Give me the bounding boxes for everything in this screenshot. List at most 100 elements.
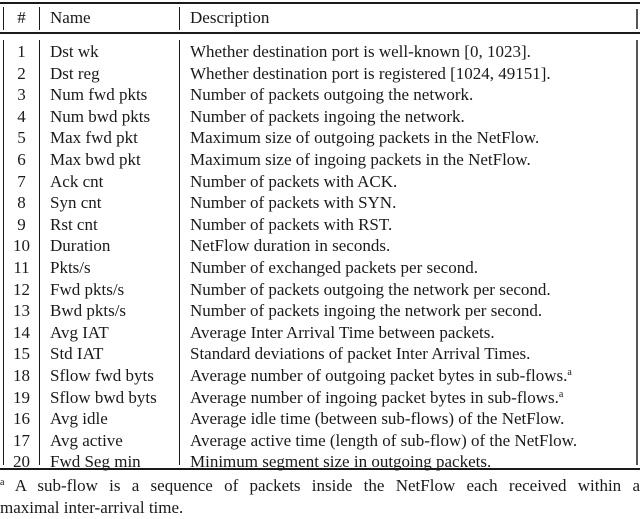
row-description-text: Number of packets ingoing the network pe… bbox=[190, 301, 543, 321]
table-row: 15 Std IAT Standard deviations of packet I… bbox=[0, 344, 640, 366]
row-num: 3 bbox=[17, 85, 26, 105]
row-description: Maximum size of outgoing packets in the … bbox=[190, 127, 539, 149]
row-description-text: Number of packets with SYN. bbox=[190, 193, 397, 213]
header-column-divider bbox=[179, 7, 181, 30]
row-description: Number of packets outgoing the network. bbox=[190, 84, 473, 106]
table-row: 3 Num fwd pkts Number of packets outgoing … bbox=[0, 85, 640, 107]
row-description: NetFlow duration in seconds. bbox=[190, 235, 390, 257]
row-name: Duration bbox=[50, 236, 111, 256]
table-row: 17 Avg active Average active time (length … bbox=[0, 431, 640, 453]
row-description-text: Maximum size of ingoing packets in the N… bbox=[190, 149, 531, 169]
row-num: 16 bbox=[13, 409, 30, 429]
row-description: Average active time (length of sub-flow)… bbox=[190, 430, 577, 452]
row-name: Fwd pkts/s bbox=[50, 279, 125, 299]
row-name: Bwd pkts/s bbox=[50, 301, 127, 321]
table-row: 2 Dst reg Whether destination port is regi… bbox=[0, 64, 640, 86]
row-description-text: Average Inter Arrival Time between packe… bbox=[190, 322, 495, 342]
row-description: Number of packets outgoing the network p… bbox=[190, 279, 551, 301]
row-description-text: Number of packets ingoing the network. bbox=[190, 106, 465, 126]
row-num: 5 bbox=[17, 128, 26, 148]
table-row: 18 Sflow fwd byts Average number of outgoi… bbox=[0, 366, 640, 388]
table-header-rule bbox=[0, 32, 640, 34]
row-description-text: NetFlow duration in seconds. bbox=[190, 236, 391, 256]
row-description-text: Number of exchanged packets per second. bbox=[190, 257, 478, 277]
header-description: Description bbox=[190, 8, 270, 27]
row-num: 4 bbox=[17, 106, 26, 126]
footnote-line-1: a A sub-flow is a sequence of packets in… bbox=[0, 475, 640, 497]
row-name: Sflow bwd byts bbox=[50, 387, 157, 407]
table-row: 11 Pkts/s Number of exchanged packets per … bbox=[0, 258, 640, 280]
row-description-text: Standard deviations of packet Inter Arri… bbox=[190, 344, 531, 364]
row-name: Dst wk bbox=[50, 42, 99, 61]
header-right-border bbox=[636, 9, 638, 29]
header-column-divider bbox=[39, 7, 41, 30]
footnote-reference: a bbox=[558, 388, 564, 400]
row-description: Number of packets with SYN. bbox=[190, 192, 396, 214]
row-description: Whether destination port is well-known [… bbox=[190, 41, 531, 63]
row-description: Whether destination port is registered [… bbox=[190, 63, 551, 85]
row-num: 19 bbox=[13, 387, 30, 407]
footnote-line-2: maximal inter-arrival time. bbox=[0, 498, 184, 517]
row-name: Max fwd pkt bbox=[50, 128, 138, 148]
footnote-mark: a bbox=[0, 477, 5, 488]
row-num: 11 bbox=[13, 257, 30, 277]
table-row: 12 Fwd pkts/s Number of packets outgoing t… bbox=[0, 280, 640, 302]
row-description-text: Number of packets outgoing the network. bbox=[190, 85, 474, 105]
row-name: Pkts/s bbox=[50, 257, 91, 277]
row-name: Syn cnt bbox=[50, 193, 102, 213]
row-num: 18 bbox=[13, 365, 30, 385]
table-row: 4 Num bwd pkts Number of packets ingoing t… bbox=[0, 107, 640, 129]
row-num: 10 bbox=[13, 236, 30, 256]
row-description: Average number of outgoing packet bytes … bbox=[190, 365, 572, 387]
row-name: Std IAT bbox=[50, 344, 104, 364]
row-name: Dst reg bbox=[50, 63, 100, 83]
table-body: 1 Dst wk Whether destination port is well-… bbox=[0, 42, 640, 474]
row-description-text: Maximum size of outgoing packets in the … bbox=[190, 128, 540, 148]
header-name: Name bbox=[50, 8, 91, 27]
row-num: 15 bbox=[13, 344, 30, 364]
row-name: Avg IAT bbox=[50, 322, 109, 342]
table-footnote: a A sub-flow is a sequence of packets in… bbox=[0, 475, 640, 519]
row-name: Num bwd pkts bbox=[50, 106, 151, 126]
row-num: 6 bbox=[17, 149, 26, 169]
row-num: 13 bbox=[13, 301, 30, 321]
table-row: 10 Duration NetFlow duration in seconds. bbox=[0, 236, 640, 258]
row-description: Average idle time (between sub-flows) of… bbox=[190, 408, 564, 430]
footnote-reference: a bbox=[567, 366, 572, 378]
table-row: 9 Rst cnt Number of packets with RST. bbox=[0, 215, 640, 237]
row-name: Avg active bbox=[50, 430, 123, 450]
table-row: 5 Max fwd pkt Maximum size of outgoing pac… bbox=[0, 128, 640, 150]
row-name: Avg idle bbox=[50, 409, 108, 429]
footnote-text-1: A sub-flow is a sequence of packets insi… bbox=[14, 476, 640, 495]
table-row: 7 Ack cnt Number of packets with ACK. bbox=[0, 172, 640, 194]
row-num: 8 bbox=[17, 193, 26, 213]
row-description-text: Average number of ingoing packet bytes i… bbox=[190, 387, 559, 407]
row-num: 17 bbox=[13, 430, 30, 450]
row-name: Rst cnt bbox=[50, 214, 98, 234]
row-name: Num fwd pkts bbox=[50, 85, 148, 105]
row-num: 1 bbox=[17, 42, 26, 61]
row-description: Maximum size of ingoing packets in the N… bbox=[190, 149, 531, 171]
row-description: Number of packets ingoing the network. bbox=[190, 106, 465, 128]
row-description-text: Number of packets outgoing the network p… bbox=[190, 279, 551, 299]
row-name: Max bwd pkt bbox=[50, 149, 141, 169]
row-num: 7 bbox=[17, 171, 26, 191]
table-row: 8 Syn cnt Number of packets with SYN. bbox=[0, 193, 640, 215]
row-name: Sflow fwd byts bbox=[50, 365, 154, 385]
row-num: 14 bbox=[13, 322, 30, 342]
table-row: 16 Avg idle Average idle time (between sub… bbox=[0, 409, 640, 431]
row-num: 9 bbox=[17, 214, 26, 234]
table-row: 13 Bwd pkts/s Number of packets ingoing th… bbox=[0, 301, 640, 323]
row-description: Standard deviations of packet Inter Arri… bbox=[190, 343, 530, 365]
row-description: Number of packets ingoing the network pe… bbox=[190, 300, 542, 322]
row-description: Average number of ingoing packet bytes i… bbox=[190, 387, 563, 409]
row-description: Number of packets with RST. bbox=[190, 214, 392, 236]
table-bottom-rule bbox=[0, 468, 640, 470]
row-description-text: Average active time (length of sub-flow)… bbox=[190, 430, 578, 450]
row-description-text: Whether destination port is registered [… bbox=[190, 63, 551, 83]
row-description-text: Whether destination port is well-known [… bbox=[190, 42, 531, 61]
row-description-text: Number of packets with RST. bbox=[190, 214, 393, 234]
table-row: 1 Dst wk Whether destination port is well-… bbox=[0, 42, 640, 64]
table-row: 19 Sflow bwd byts Average number of ingoin… bbox=[0, 388, 640, 410]
table-row: 6 Max bwd pkt Maximum size of ingoing pack… bbox=[0, 150, 640, 172]
